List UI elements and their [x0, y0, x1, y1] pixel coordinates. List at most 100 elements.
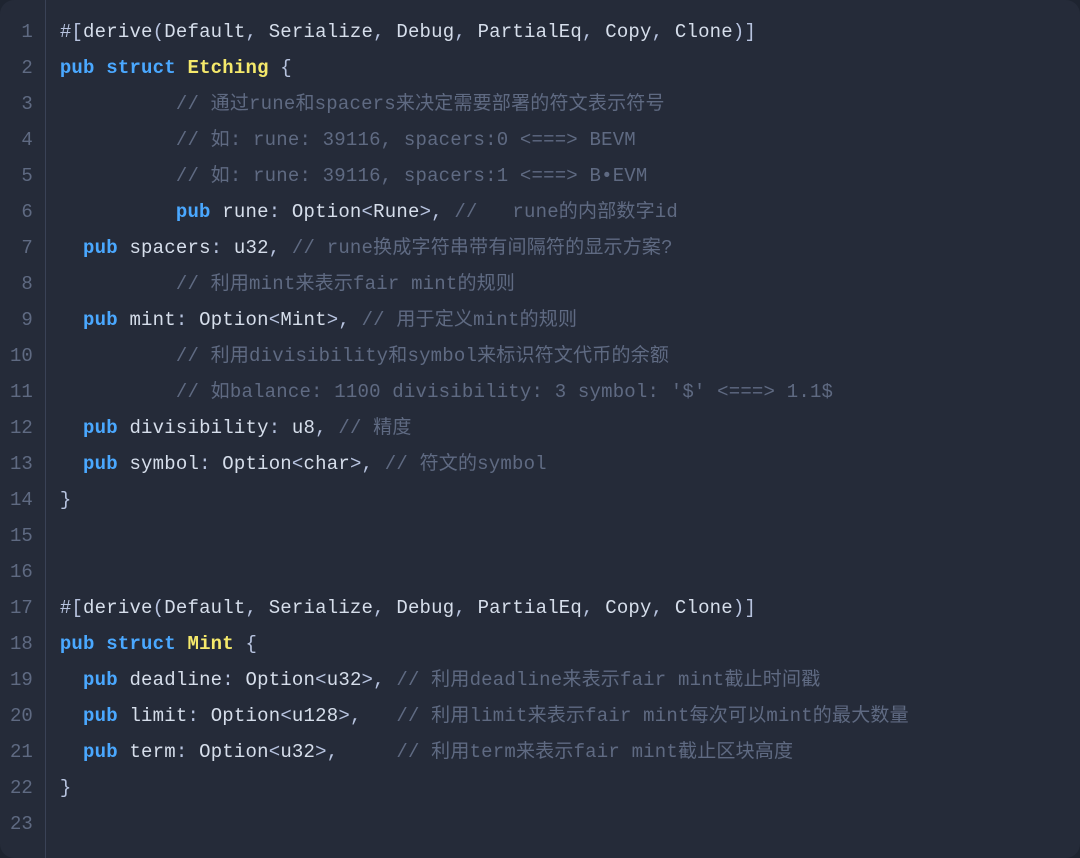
code-line: // 通过rune和spacers来决定需要部署的符文表示符号: [60, 86, 1066, 122]
code-line: pub struct Etching {: [60, 50, 1066, 86]
code-token: pub: [83, 309, 118, 331]
code-line: pub term: Option<u32>, // 利用term来表示fair …: [60, 734, 1066, 770]
code-token: derive: [83, 21, 153, 43]
code-token: {: [269, 57, 292, 79]
code-token: <: [292, 453, 304, 475]
code-token: PartialEq: [478, 597, 582, 619]
code-token: [176, 57, 188, 79]
code-token: u128: [292, 705, 338, 727]
code-token: Rune: [373, 201, 419, 223]
code-line: }: [60, 770, 1066, 806]
line-number: 13: [0, 446, 45, 482]
code-line: pub rune: Option<Rune>, // rune的内部数字id: [60, 194, 1066, 230]
code-token: ,: [652, 597, 675, 619]
code-token: char: [304, 453, 350, 475]
code-token: [118, 669, 130, 691]
line-number: 4: [0, 122, 45, 158]
code-token: pub: [176, 201, 211, 223]
code-token: Serialize: [269, 597, 373, 619]
line-number-gutter: 1234567891011121314151617181920212223: [0, 0, 46, 858]
code-token: :: [269, 417, 292, 439]
code-token: ,: [454, 21, 477, 43]
code-line: [60, 554, 1066, 590]
code-token: u32: [327, 669, 362, 691]
code-token: }: [60, 777, 72, 799]
code-token: u32: [234, 237, 269, 259]
code-line: // 如: rune: 39116, spacers:1 <===> B•EVM: [60, 158, 1066, 194]
code-token: divisibility: [129, 417, 268, 439]
code-token: >,: [362, 669, 397, 691]
line-number: 6: [0, 194, 45, 230]
code-token: [118, 309, 130, 331]
code-token: [118, 417, 130, 439]
code-token: // 利用term来表示fair mint截止区块高度: [396, 741, 793, 763]
code-token: Debug: [396, 21, 454, 43]
code-token: <: [269, 741, 281, 763]
code-line: pub mint: Option<Mint>, // 用于定义mint的规则: [60, 302, 1066, 338]
code-token: [60, 273, 176, 295]
code-line: pub symbol: Option<char>, // 符文的symbol: [60, 446, 1066, 482]
code-token: :: [176, 309, 199, 331]
code-token: ,: [269, 237, 292, 259]
code-token: ,: [373, 21, 396, 43]
code-token: >,: [420, 201, 455, 223]
code-token: [60, 201, 176, 223]
code-token: symbol: [129, 453, 199, 475]
code-token: // 利用mint来表示fair mint的规则: [176, 273, 515, 295]
code-token: pub: [83, 417, 118, 439]
code-token: <: [315, 669, 327, 691]
code-line: #[derive(Default, Serialize, Debug, Part…: [60, 14, 1066, 50]
line-number: 10: [0, 338, 45, 374]
code-token: :: [269, 201, 292, 223]
code-token: // 如: rune: 39116, spacers:1 <===> B•EVM: [176, 165, 648, 187]
code-token: pub: [83, 669, 118, 691]
code-token: [211, 201, 223, 223]
code-token: ,: [582, 597, 605, 619]
code-line: [60, 806, 1066, 842]
code-line: pub divisibility: u8, // 精度: [60, 410, 1066, 446]
line-number: 7: [0, 230, 45, 266]
code-token: <: [280, 705, 292, 727]
code-token: >,: [350, 453, 385, 475]
code-token: // rune换成字符串带有间隔符的显示方案?: [292, 237, 673, 259]
line-number: 11: [0, 374, 45, 410]
code-token: <: [362, 201, 374, 223]
code-token: #[: [60, 597, 83, 619]
line-number: 5: [0, 158, 45, 194]
code-token: Mint: [187, 633, 233, 655]
code-token: {: [234, 633, 257, 655]
code-token: // 通过rune和spacers来决定需要部署的符文表示符号: [176, 93, 665, 115]
line-number: 3: [0, 86, 45, 122]
line-number: 22: [0, 770, 45, 806]
code-token: :: [176, 741, 199, 763]
code-token: rune: [222, 201, 268, 223]
code-token: [60, 705, 83, 727]
code-token: [60, 309, 83, 331]
code-token: Debug: [396, 597, 454, 619]
line-number: 9: [0, 302, 45, 338]
line-number: 19: [0, 662, 45, 698]
code-token: [60, 237, 83, 259]
code-token: [60, 741, 83, 763]
code-token: Default: [164, 21, 245, 43]
code-line: pub spacers: u32, // rune换成字符串带有间隔符的显示方案…: [60, 230, 1066, 266]
code-token: [60, 669, 83, 691]
code-token: :: [222, 669, 245, 691]
code-token: Option: [199, 741, 269, 763]
code-token: [118, 705, 130, 727]
code-token: Option: [199, 309, 269, 331]
code-token: mint: [129, 309, 175, 331]
code-line: pub struct Mint {: [60, 626, 1066, 662]
line-number: 23: [0, 806, 45, 842]
code-token: [95, 633, 107, 655]
line-number: 18: [0, 626, 45, 662]
code-token: (: [153, 597, 165, 619]
code-token: )]: [733, 21, 756, 43]
code-line: pub limit: Option<u128>, // 利用limit来表示fa…: [60, 698, 1066, 734]
code-line: // 如: rune: 39116, spacers:0 <===> BEVM: [60, 122, 1066, 158]
code-token: :: [211, 237, 234, 259]
code-token: limit: [129, 705, 187, 727]
line-number: 17: [0, 590, 45, 626]
code-token: // 利用deadline来表示fair mint截止时间戳: [396, 669, 820, 691]
code-token: [95, 57, 107, 79]
